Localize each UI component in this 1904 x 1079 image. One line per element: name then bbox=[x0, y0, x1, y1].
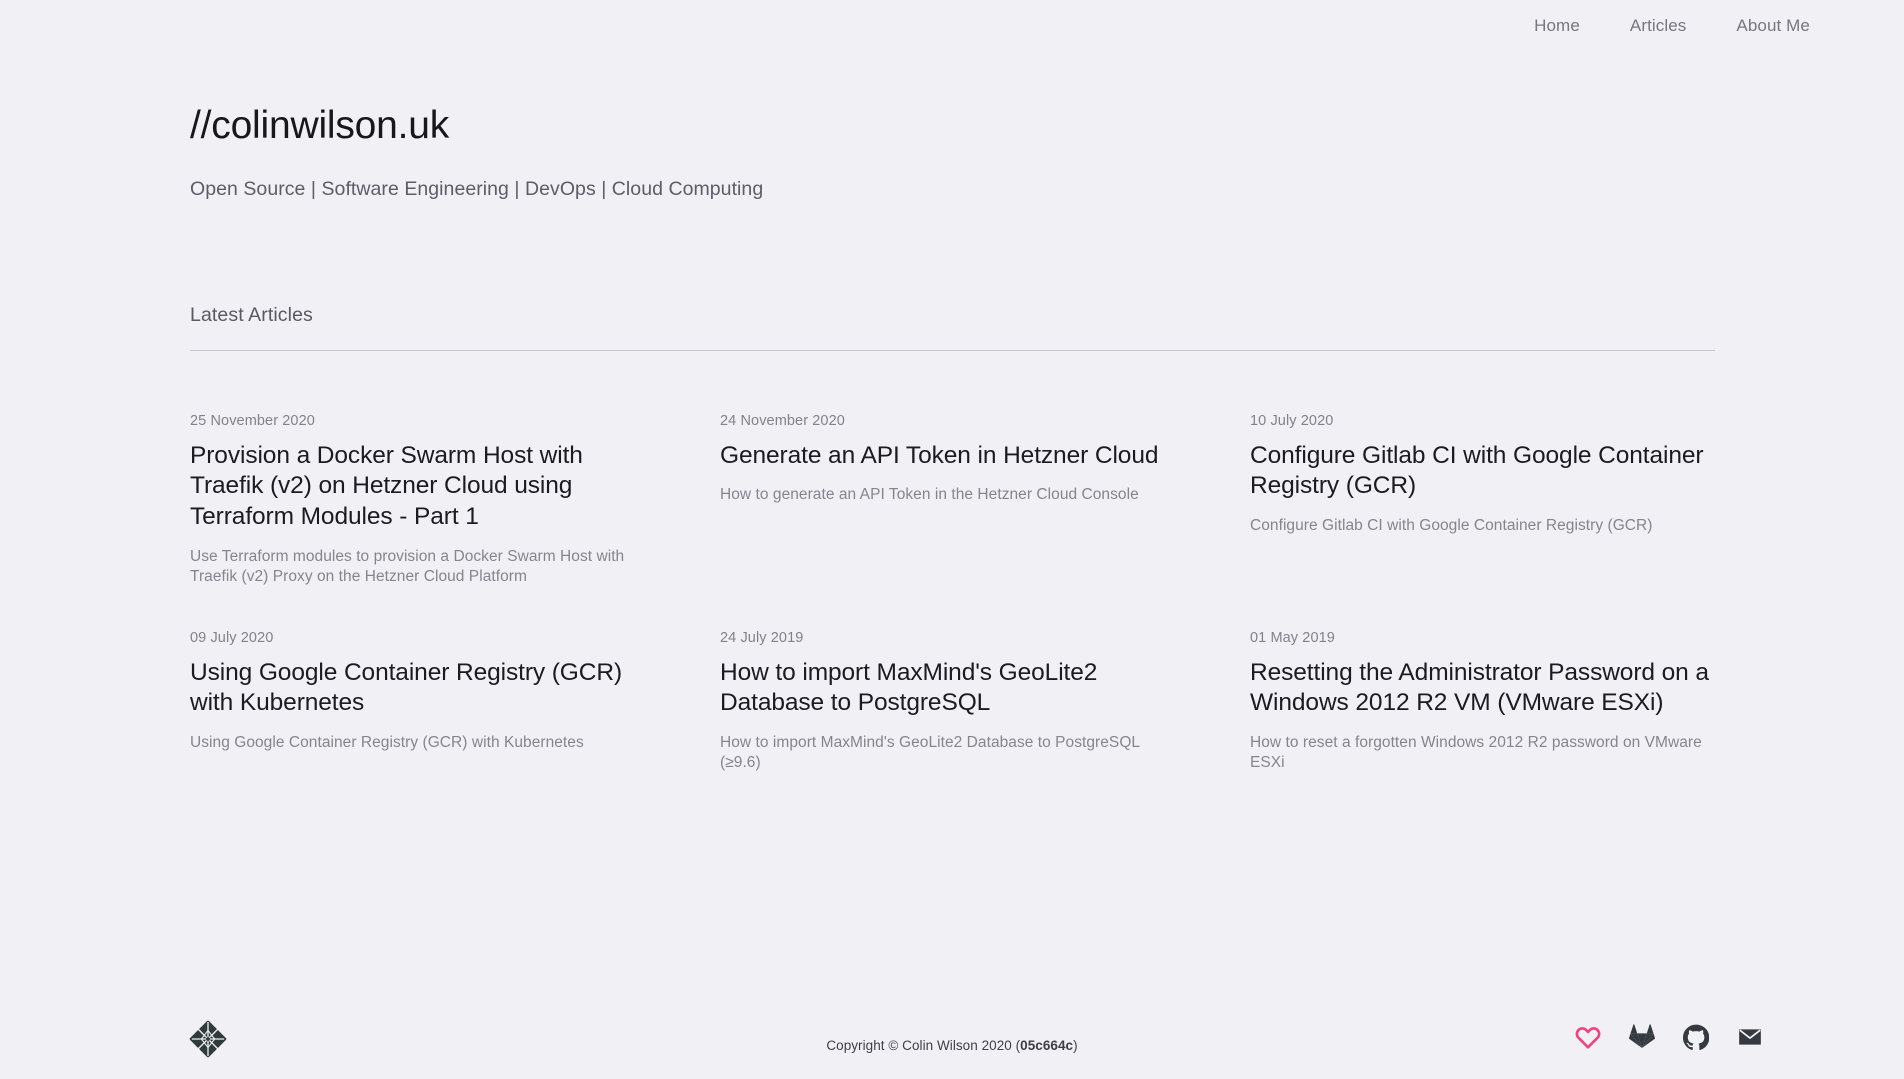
site-footer: Copyright © Colin Wilson 2020 (05c664c) bbox=[0, 1012, 1904, 1079]
build-hash: 05c664c bbox=[1020, 1038, 1074, 1053]
article-card[interactable]: 24 July 2019 How to import MaxMind's Geo… bbox=[720, 630, 1182, 774]
site-tagline: Open Source | Software Engineering | Dev… bbox=[190, 177, 764, 200]
article-date: 25 November 2020 bbox=[190, 412, 315, 429]
article-title[interactable]: How to import MaxMind's GeoLite2 Databas… bbox=[720, 658, 1182, 719]
article-title[interactable]: Resetting the Administrator Password on … bbox=[1250, 658, 1720, 719]
article-date: 24 July 2019 bbox=[720, 629, 804, 646]
article-excerpt: Configure Gitlab CI with Google Containe… bbox=[1250, 517, 1653, 535]
page-root: Home Articles About Me //colinwilson.uk … bbox=[0, 0, 1904, 1079]
article-date: 09 July 2020 bbox=[190, 629, 274, 646]
article-grid: 25 November 2020 Provision a Docker Swar… bbox=[190, 413, 1715, 774]
email-icon[interactable] bbox=[1737, 1024, 1763, 1050]
article-title[interactable]: Provision a Docker Swarm Host with Traef… bbox=[190, 441, 652, 533]
section-divider bbox=[190, 349, 1715, 351]
article-card[interactable]: 25 November 2020 Provision a Docker Swar… bbox=[190, 413, 652, 588]
article-excerpt: Use Terraform modules to provision a Doc… bbox=[190, 547, 625, 586]
gitlab-icon[interactable] bbox=[1629, 1024, 1655, 1050]
article-title[interactable]: Configure Gitlab CI with Google Containe… bbox=[1250, 441, 1720, 502]
latest-articles-section: Latest Articles 25 November 2020 Provisi… bbox=[190, 304, 1715, 774]
github-icon[interactable] bbox=[1682, 1024, 1710, 1051]
content-wrapper: //colinwilson.uk Open Source | Software … bbox=[190, 0, 1715, 774]
article-excerpt: Using Google Container Registry (GCR) wi… bbox=[190, 733, 584, 751]
copyright-prefix: Copyright © Colin Wilson 2020 ( bbox=[826, 1038, 1021, 1053]
social-links bbox=[1575, 1024, 1763, 1051]
article-date: 24 November 2020 bbox=[720, 412, 845, 429]
nav-item-about-me[interactable]: About Me bbox=[1736, 16, 1810, 36]
article-date: 01 May 2019 bbox=[1250, 629, 1335, 646]
article-card[interactable]: 24 November 2020 Generate an API Token i… bbox=[720, 413, 1182, 588]
article-card[interactable]: 10 July 2020 Configure Gitlab CI with Go… bbox=[1250, 413, 1720, 588]
article-excerpt: How to reset a forgotten Windows 2012 R2… bbox=[1250, 733, 1702, 772]
heart-icon[interactable] bbox=[1575, 1024, 1601, 1050]
article-card[interactable]: 09 July 2020 Using Google Container Regi… bbox=[190, 630, 652, 774]
site-title: //colinwilson.uk bbox=[190, 104, 450, 147]
article-excerpt: How to generate an API Token in the Hetz… bbox=[720, 486, 1139, 504]
copyright-suffix: ) bbox=[1073, 1038, 1078, 1053]
masthead: //colinwilson.uk Open Source | Software … bbox=[190, 0, 1715, 201]
section-title: Latest Articles bbox=[190, 303, 313, 326]
article-card[interactable]: 01 May 2019 Resetting the Administrator … bbox=[1250, 630, 1720, 774]
article-excerpt: How to import MaxMind's GeoLite2 Databas… bbox=[720, 733, 1140, 772]
article-title[interactable]: Using Google Container Registry (GCR) wi… bbox=[190, 658, 652, 719]
article-date: 10 July 2020 bbox=[1250, 412, 1334, 429]
article-title[interactable]: Generate an API Token in Hetzner Cloud bbox=[720, 441, 1182, 472]
